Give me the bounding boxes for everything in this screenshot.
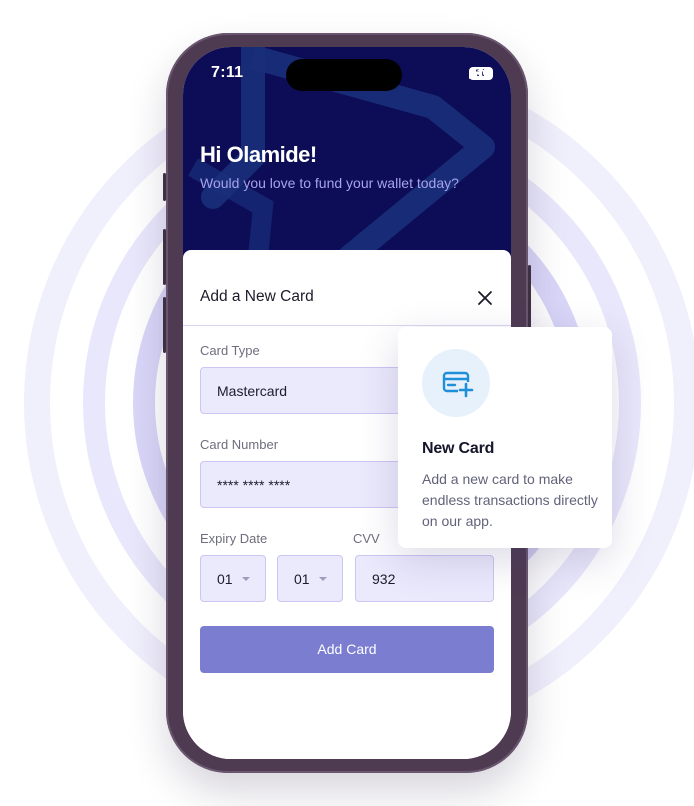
greeting-title: Hi Olamide!: [200, 142, 317, 167]
status-time: 7:11: [211, 64, 244, 81]
status-icons: 50: [469, 67, 493, 80]
add-card-icon: [442, 371, 474, 398]
volume-down-button: [163, 297, 166, 353]
close-icon[interactable]: [477, 290, 493, 306]
popup-title: New Card: [422, 440, 495, 457]
greeting-subtitle: Would you love to fund your wallet today…: [200, 175, 459, 191]
expiry-month-select[interactable]: 01: [200, 555, 266, 602]
cvv-label: CVV: [353, 531, 380, 546]
sheet-divider: [183, 325, 511, 326]
expiry-date-label: Expiry Date: [200, 531, 268, 546]
expiry-year-select[interactable]: 01: [277, 555, 343, 602]
chevron-down-icon: [319, 577, 327, 581]
new-card-popup: New Card Add a new card to make endless …: [398, 327, 612, 548]
card-number-label: Card Number: [200, 437, 279, 452]
expiry-month-value: 01: [217, 570, 233, 587]
cvv-value: 932: [372, 570, 396, 587]
add-card-button[interactable]: Add Card: [200, 626, 494, 673]
cvv-input[interactable]: 932: [355, 555, 494, 602]
chevron-down-icon: [242, 577, 250, 581]
card-type-value: Mastercard: [217, 382, 288, 399]
add-card-icon-badge: [422, 349, 490, 417]
expiry-year-value: 01: [294, 570, 310, 587]
card-number-value: **** **** ****: [217, 476, 291, 493]
wifi-icon: [469, 67, 485, 79]
dynamic-island: [286, 59, 402, 91]
mute-switch: [163, 173, 166, 201]
sheet-title: Add a New Card: [200, 288, 314, 305]
popup-description: Add a new card to make endless transacti…: [422, 471, 598, 529]
volume-up-button: [163, 229, 166, 285]
card-type-label: Card Type: [200, 343, 260, 358]
